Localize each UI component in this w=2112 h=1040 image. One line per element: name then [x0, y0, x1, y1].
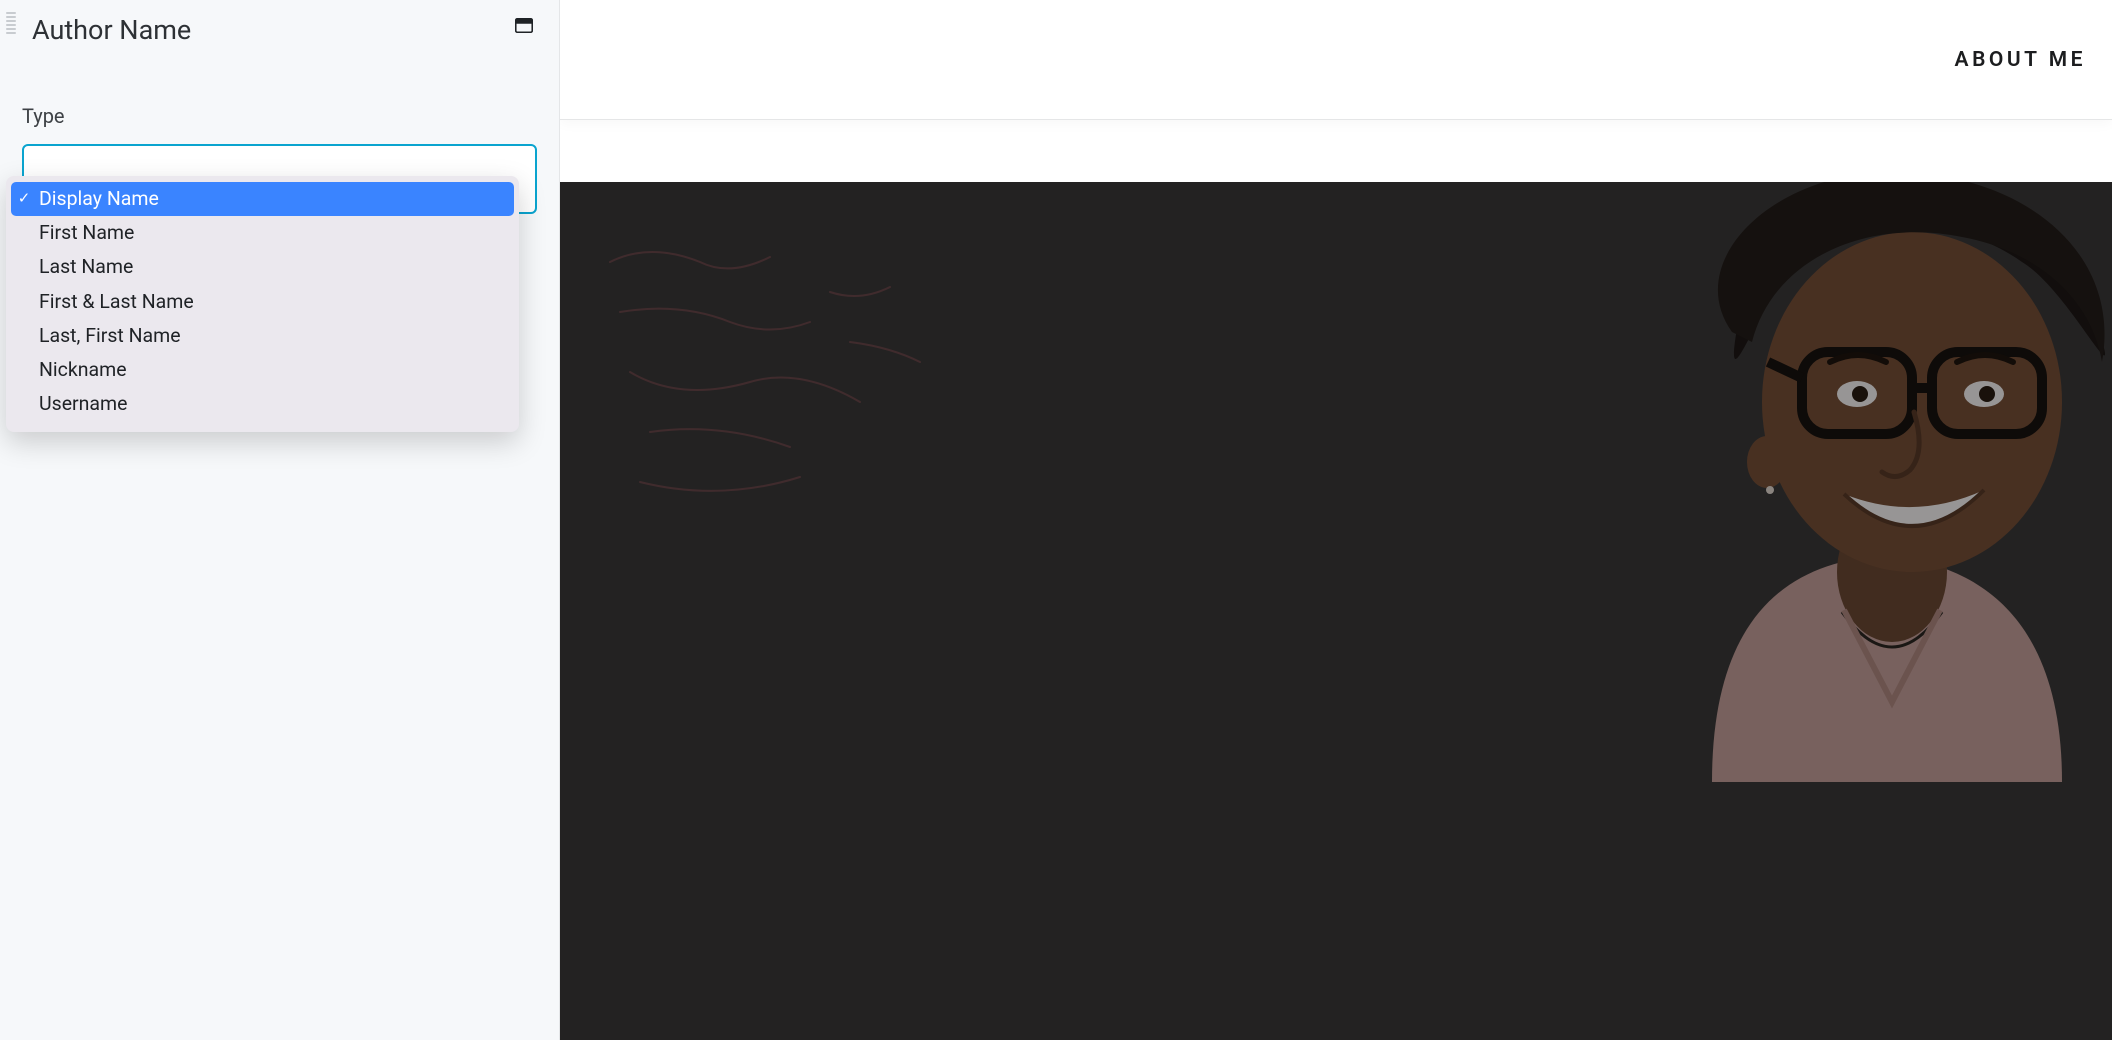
dropdown-option-username[interactable]: ✓ Username [11, 387, 514, 421]
app-root: Author Name Type ✓ Display Name ✓ First … [0, 0, 2112, 1040]
dropdown-option-last-first-name[interactable]: ✓ Last, First Name [11, 319, 514, 353]
type-dropdown[interactable]: ✓ Display Name ✓ First Name ✓ Last Name … [6, 176, 519, 432]
dropdown-option-label: Nickname [39, 355, 127, 385]
dropdown-option-last-name[interactable]: ✓ Last Name [11, 250, 514, 284]
check-icon: ✓ [17, 187, 31, 210]
dropdown-option-label: Last, First Name [39, 321, 181, 351]
type-label: Type [22, 104, 537, 128]
type-field: Type ✓ Display Name ✓ First Name ✓ Last … [0, 46, 559, 214]
window-icon[interactable] [515, 18, 533, 33]
settings-panel: Author Name Type ✓ Display Name ✓ First … [0, 0, 560, 1040]
preview-pane: ABOUT ME [560, 0, 2112, 1040]
drag-handle-icon[interactable] [6, 12, 16, 34]
panel-title: Author Name [32, 14, 191, 46]
dropdown-option-label: First Name [39, 218, 134, 248]
dropdown-option-label: Last Name [39, 252, 133, 282]
dropdown-option-label: First & Last Name [39, 287, 194, 317]
hero-section [560, 182, 2112, 1040]
dropdown-option-display-name[interactable]: ✓ Display Name [11, 182, 514, 216]
hero-overlay [560, 182, 2112, 1040]
nav-about-me[interactable]: ABOUT ME [1955, 48, 2086, 72]
preview-header: ABOUT ME [560, 0, 2112, 120]
dropdown-option-first-name[interactable]: ✓ First Name [11, 216, 514, 250]
dropdown-option-first-and-last-name[interactable]: ✓ First & Last Name [11, 285, 514, 319]
panel-header: Author Name [0, 0, 559, 46]
dropdown-option-label: Username [39, 389, 127, 419]
dropdown-option-nickname[interactable]: ✓ Nickname [11, 353, 514, 387]
dropdown-option-label: Display Name [39, 184, 159, 214]
